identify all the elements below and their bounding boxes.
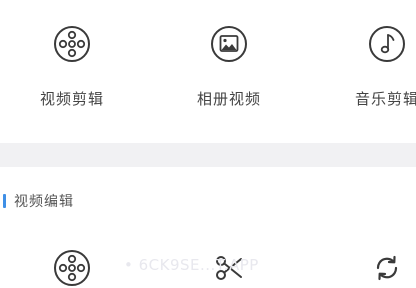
watermark: • 6CK9SE...T.APP — [124, 256, 259, 274]
top-tools-row: 视频剪辑 相册视频 音乐剪辑 — [0, 0, 416, 140]
film-reel-icon — [52, 24, 92, 64]
section-accent-bar — [3, 194, 6, 208]
music-note-icon — [367, 24, 407, 64]
photo-album-icon — [209, 24, 249, 64]
film-reel-icon — [52, 248, 92, 288]
section-title: 视频编辑 — [14, 194, 74, 210]
refresh-icon — [367, 248, 407, 288]
tool-label: 音乐剪辑 — [354, 90, 416, 108]
tool-label: 视频剪辑 — [39, 90, 104, 108]
bottom-tools-row — [0, 222, 416, 286]
section-divider — [0, 143, 416, 167]
tool-label: 相册视频 — [196, 90, 261, 108]
